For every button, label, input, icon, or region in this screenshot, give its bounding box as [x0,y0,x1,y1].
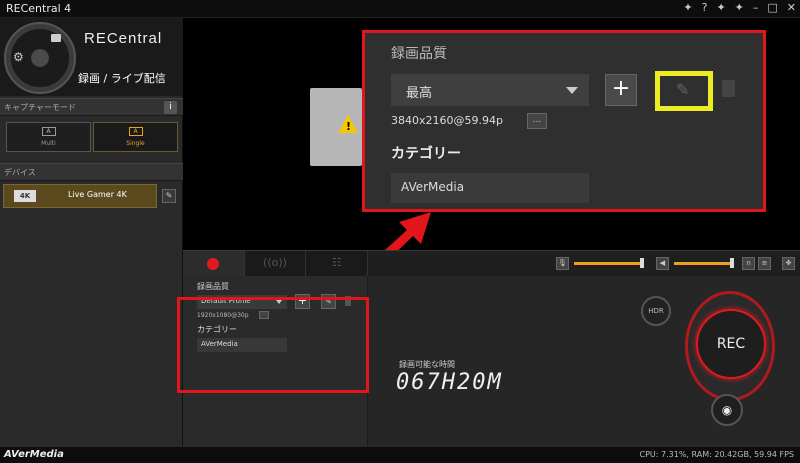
pin-icon[interactable]: ✦ [716,1,725,14]
mode-label: 録画 / ライブ配信 [78,72,166,85]
device-edit-button[interactable]: ✎ [162,189,176,203]
quality-title: 録画品質 [197,282,229,291]
quality-title: 録画品質 [391,46,447,62]
device-4k-icon: 4K [14,190,36,202]
sidebar: ⚙ RECentral 録画 / ライブ配信 キャプチャーモード i A Mul… [0,18,183,446]
tab-stream[interactable]: ((o)) [244,251,307,276]
logo-area: ⚙ RECentral 録画 / ライブ配信 [0,18,183,96]
hdr-button[interactable]: HDR [641,296,671,326]
capture-mode-single-button[interactable]: A Single [93,122,178,152]
mic-slider[interactable] [574,262,644,265]
gear-icon[interactable]: ⚙ [13,50,24,64]
mode-dial[interactable]: ⚙ [4,22,76,94]
fullscreen-icon[interactable]: ✥ [782,257,795,270]
info-button[interactable]: i [164,101,177,114]
tab-schedule[interactable]: ☷ [306,251,369,276]
more-button[interactable]: ... [527,113,547,129]
highlight-box [177,297,369,393]
remaining-time-value: 067H20M [396,370,503,395]
category-field[interactable]: AVerMedia [391,173,589,203]
mixer-icon[interactable]: ≡ [758,257,771,270]
record-dot-icon [207,258,220,270]
capture-mode-label: Multi [41,140,56,147]
pin-icon[interactable]: ✦ [683,1,692,14]
warning-mark: ! [346,120,352,133]
snapshot-button[interactable]: ◉ [711,394,743,426]
mic-icon[interactable]: 🎙 [556,257,569,270]
single-icon: A [128,127,143,136]
rec-button[interactable]: REC [696,309,766,379]
capture-mode-label: キャプチャーモード [4,103,76,112]
capture-mode-buttons: A Multi A Single [6,122,178,152]
chevron-down-icon [566,87,578,94]
tab-record[interactable] [183,251,245,276]
system-stats: CPU: 7.31%, RAM: 20.42GB, 59.94 FPS [639,450,794,459]
title-bar: RECentral 4 ✦ ? ✦ ✦ – □ ✕ [0,0,800,18]
capture-mode-label: Single [126,140,145,147]
control-panel: ((o)) ☷ 録画品質 Default Profile + ✎ 1920x10… [177,250,800,447]
help-icon[interactable]: ? [702,1,708,14]
add-profile-button[interactable]: + [605,74,637,106]
mode-tabs: ((o)) ☷ [183,251,369,276]
remaining-time-label: 録画可能な時間 [399,360,455,369]
close-button[interactable]: ✕ [787,1,796,14]
volume-slider[interactable] [674,262,734,265]
avermedia-logo: AVerMedia [4,449,64,460]
mic-slider-handle[interactable] [640,258,644,268]
status-bar: AVerMedia CPU: 7.31%, RAM: 20.42GB, 59.9… [0,446,800,463]
window-controls: ✦ ? ✦ ✦ – □ ✕ [683,1,796,14]
volume-slider-handle[interactable] [730,258,734,268]
schedule-icon: ☷ [331,256,342,269]
device-header: デバイス [0,163,183,181]
capture-mode-header: キャプチャーモード i [0,98,183,116]
quality-value: 最高 [406,86,433,101]
category-label: カテゴリー [391,146,461,162]
window-title: RECentral 4 [6,2,72,15]
stream-icon: ((o)) [263,256,287,269]
maximize-button[interactable]: □ [767,1,777,14]
app-logo: RECentral [84,30,163,47]
resolution-label: 3840x2160@59.94p [391,114,503,127]
pin-icon[interactable]: ✦ [735,1,744,14]
minimize-button[interactable]: – [753,1,759,14]
device-label: デバイス [4,168,36,177]
recording-settings: 録画品質 Default Profile + ✎ 1920x1080@30p カ… [177,276,369,447]
device-item[interactable]: 4K Live Gamer 4K [3,184,157,208]
multi-icon: A [41,127,56,136]
headphones-icon[interactable]: ∩ [742,257,755,270]
pencil-icon: ✎ [165,191,173,200]
audio-toolbar: 🎙 ◀ ∩ ≡ ✥ [368,251,800,276]
category-value: AVerMedia [401,180,465,194]
pencil-icon: ✎ [676,80,690,99]
camera-icon: ◉ [721,403,733,417]
folder-icon[interactable] [51,34,61,42]
edit-profile-highlight[interactable]: ✎ [655,71,713,111]
zoomed-quality-panel: 録画品質 最高 + ✎ 3840x2160@59.94p ... カテゴリー A… [362,30,766,212]
trash-icon[interactable] [722,80,735,97]
device-name: Live Gamer 4K [68,190,127,199]
quality-dropdown[interactable]: 最高 [391,74,589,106]
volume-icon[interactable]: ◀ [656,257,669,270]
capture-mode-multi-button[interactable]: A Multi [6,122,91,152]
warning-card: ! [310,88,362,166]
